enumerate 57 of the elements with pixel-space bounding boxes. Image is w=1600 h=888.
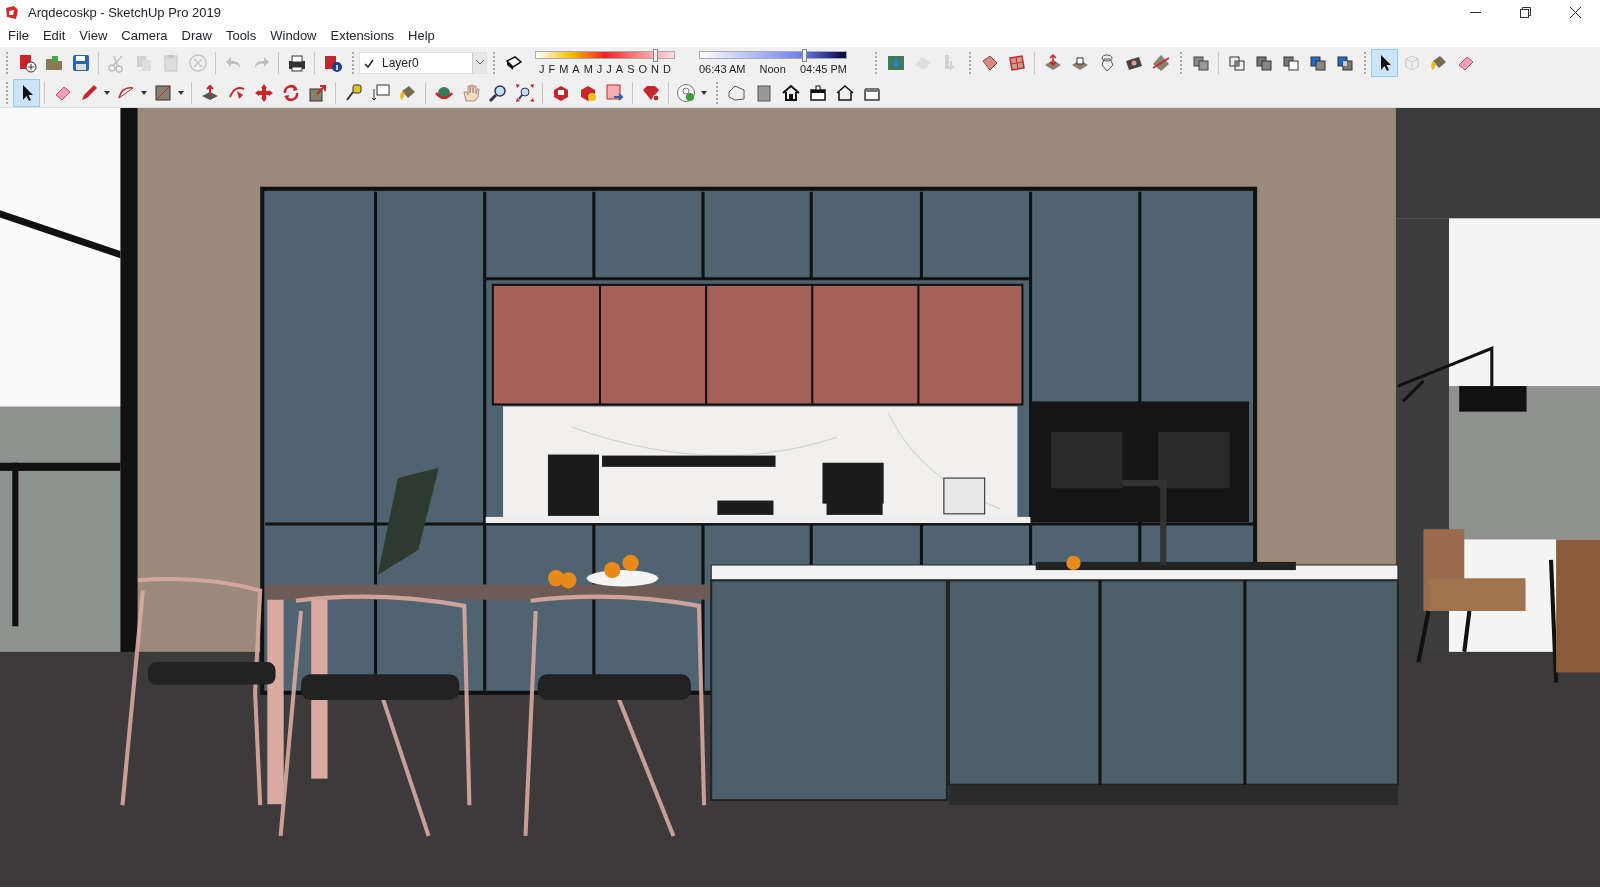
month-label: N (651, 62, 659, 75)
time-label: 04:45 PM (799, 62, 847, 75)
house-roof-icon (807, 82, 828, 103)
time-slider[interactable] (699, 50, 847, 59)
caret-icon (102, 89, 111, 96)
month-label: D (662, 62, 671, 75)
cursor-arrow-tool-button[interactable] (13, 78, 40, 107)
check-icon (364, 58, 374, 68)
house-outline-icon (834, 82, 855, 103)
house-icon (780, 82, 801, 103)
month-label: F (548, 62, 556, 75)
menu-item[interactable]: Extensions (322, 25, 401, 47)
caret-icon (699, 89, 708, 96)
restore-icon (1519, 7, 1531, 18)
menu-item[interactable]: Edit (34, 25, 72, 47)
printer-icon (286, 52, 307, 73)
circle-x-icon (187, 52, 208, 73)
window-title: Arqdecoskp - SketchUp Pro 2019 (28, 3, 221, 22)
menu-item[interactable]: Draw (173, 25, 218, 47)
text-label-icon (370, 82, 391, 103)
month-label: A (615, 62, 624, 75)
menu-item[interactable]: Help (400, 25, 441, 47)
cursor-arrow-tool-button[interactable] (1371, 48, 1398, 77)
user-account-icon (675, 82, 696, 103)
menu-item[interactable]: Window (262, 25, 323, 47)
caret-icon (475, 60, 484, 65)
menu-item[interactable]: Tools (217, 25, 263, 47)
time-label: 06:43 AM (699, 62, 746, 75)
menu-item[interactable]: View (71, 25, 114, 47)
month-label: J (539, 62, 545, 75)
layer-dropdown[interactable]: Layer0 (359, 51, 487, 74)
date-slider-thumb[interactable] (653, 48, 659, 62)
caret-icon (139, 89, 148, 96)
month-label: A (572, 62, 580, 75)
move-arrows-icon (253, 82, 274, 103)
grid-mesh-icon (1006, 52, 1027, 73)
upload-model-icon (604, 82, 625, 103)
rectangle-icon (152, 82, 173, 103)
scale-icon (307, 82, 328, 103)
tape-measure-icon (343, 82, 364, 103)
month-label: M (583, 62, 593, 75)
zoom-icon (487, 82, 508, 103)
menu-item[interactable]: File (0, 25, 35, 47)
month-label: J (596, 62, 603, 75)
time-slider-thumb[interactable] (802, 48, 808, 62)
date-slider[interactable] (535, 50, 675, 59)
app-logo-icon (4, 4, 20, 21)
hand-icon (460, 82, 481, 103)
month-label: J (606, 62, 612, 75)
month-label: O (638, 62, 648, 75)
menu-item[interactable]: Camera (113, 25, 174, 47)
month-label: M (559, 62, 569, 75)
time-label: Noon (759, 62, 786, 75)
close-icon (1569, 7, 1581, 18)
caret-icon (176, 89, 185, 96)
month-label: S (627, 62, 635, 75)
zoom-extents-icon (514, 82, 535, 103)
